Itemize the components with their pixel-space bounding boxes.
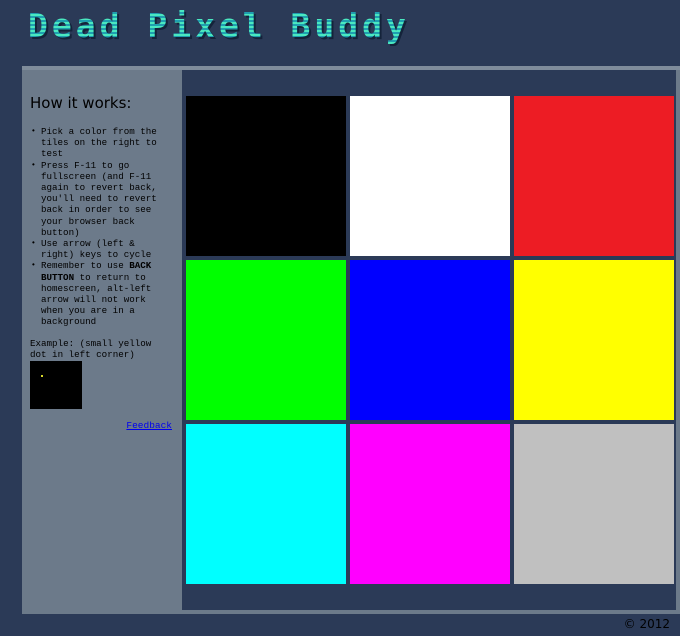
example-label: Example: (small yellow dot in left corne… <box>30 337 152 360</box>
tile-yellow[interactable] <box>514 260 674 420</box>
tile-silver[interactable] <box>514 424 674 584</box>
sidebar-heading: How it works: <box>30 94 132 112</box>
sidebar: How it works: Pick a color from the tile… <box>22 70 182 610</box>
color-tile-grid <box>182 70 676 610</box>
tile-blue[interactable] <box>350 260 510 420</box>
instructions-list: Pick a color from the tiles on the right… <box>30 126 172 328</box>
instruction-item: Remember to use BACK BUTTON to return to… <box>31 260 172 327</box>
tile-green[interactable] <box>186 260 346 420</box>
instruction-text: Remember to use <box>41 260 130 272</box>
tile-black[interactable] <box>186 96 346 256</box>
yellow-dot <box>41 375 43 378</box>
tile-cyan[interactable] <box>186 424 346 584</box>
feedback-link[interactable]: Feedback <box>126 420 172 431</box>
example-preview <box>30 361 82 410</box>
instruction-item: Pick a color from the tiles on the right… <box>31 126 172 160</box>
app-logo: Dead Pixel Buddy <box>28 6 410 45</box>
tile-red[interactable] <box>514 96 674 256</box>
frame-right-border <box>676 70 680 610</box>
copyright: © 2012 <box>623 617 670 631</box>
instruction-item: Press F-11 to go fullscreen (and F-11 ag… <box>31 160 172 238</box>
frame-bottom-border <box>22 610 680 614</box>
tile-magenta[interactable] <box>350 424 510 584</box>
instruction-item: Use arrow (left & right) keys to cycle <box>31 238 172 260</box>
tile-white[interactable] <box>350 96 510 256</box>
